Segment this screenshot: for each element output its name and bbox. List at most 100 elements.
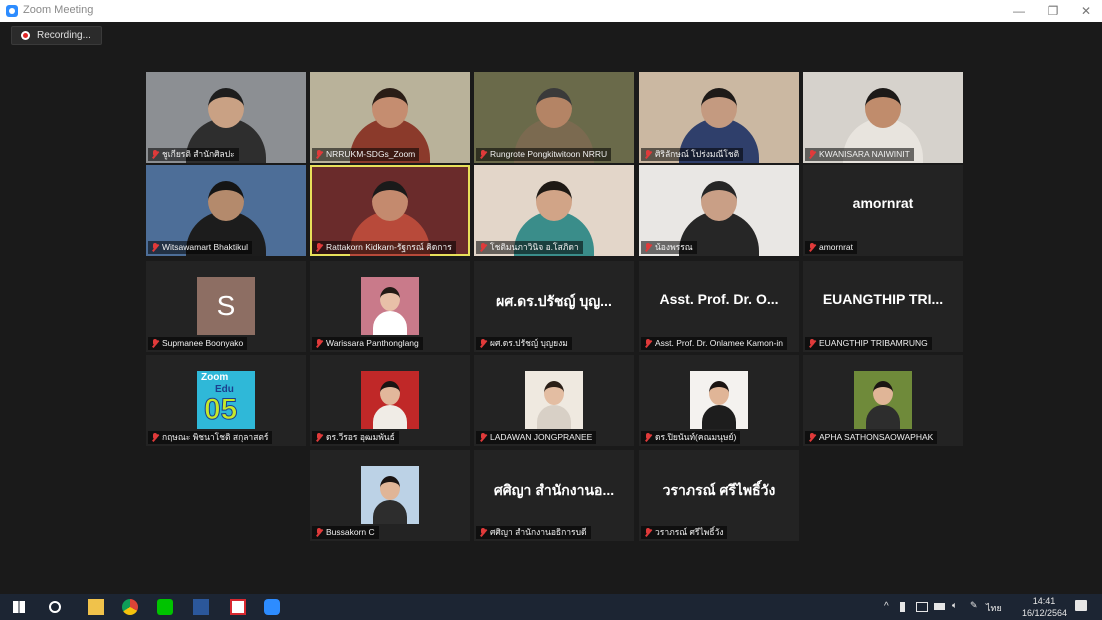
participant-name-label: ศศิญา สำนักงานอธิการบดี <box>476 526 591 539</box>
volume-icon[interactable]: 🔈︎ <box>952 600 957 611</box>
word-icon[interactable] <box>193 599 209 615</box>
profile-picture <box>690 371 748 429</box>
photo-face <box>709 381 729 405</box>
muted-mic-icon <box>151 243 159 252</box>
search-icon[interactable] <box>49 601 61 613</box>
network-icon[interactable] <box>916 602 928 612</box>
photo-person <box>866 405 900 429</box>
participant-tile[interactable]: EUANGTHIP TRI... EUANGTHIP TRIBAMRUNG <box>803 261 963 352</box>
muted-mic-icon <box>479 243 487 252</box>
profile-picture <box>361 277 419 335</box>
participant-tile[interactable]: Witsawamart Bhaktikul <box>146 165 306 256</box>
participant-tile[interactable]: KWANISARA NAIWINIT <box>803 72 963 163</box>
participant-face <box>536 88 572 128</box>
muted-mic-icon <box>644 433 652 442</box>
notification-icon[interactable] <box>1075 600 1087 611</box>
usb-icon[interactable] <box>900 602 905 612</box>
participant-name-label: Bussakorn C <box>312 526 379 539</box>
participant-name: ดร.วีรอร อุฒมพันธ์ <box>326 432 395 442</box>
participant-name: Warissara Panthonglang <box>326 338 419 348</box>
participant-tile[interactable]: NRRUKM-SDGs_Zoom <box>310 72 470 163</box>
muted-mic-icon <box>808 150 816 159</box>
participant-name-label: วราภรณ์ ศรีไพธิ์วัง <box>641 526 728 539</box>
participant-face <box>208 88 244 128</box>
recording-indicator[interactable]: Recording... <box>11 26 102 45</box>
photo-face <box>380 287 400 311</box>
show-hidden-icons-icon[interactable]: ^ <box>884 601 889 612</box>
photo-face <box>544 381 564 405</box>
profile-picture: Zoom Edu 05 <box>197 371 255 429</box>
muted-mic-icon <box>315 433 323 442</box>
participant-name: ดร.ปิยนันท์(คณมนุษย์) <box>655 432 737 442</box>
profile-picture <box>361 466 419 524</box>
participant-name-label: Rattakorn Kidkarn-รัฐกรณ์ คิดการ <box>312 241 456 254</box>
zoom-icon[interactable] <box>264 599 280 615</box>
participant-name: Witsawamart Bhaktikul <box>162 242 248 252</box>
participant-name: วราภรณ์ ศรีไพธิ์วัง <box>655 527 724 537</box>
clock-time: 14:41 <box>1032 596 1056 606</box>
participant-face <box>536 181 572 221</box>
muted-mic-icon <box>644 528 652 537</box>
participant-name-label: Witsawamart Bhaktikul <box>148 241 252 254</box>
participant-tile[interactable]: โชติมนภาวินิจ อ.โสภิดา <box>474 165 634 256</box>
participant-tile[interactable]: Rattakorn Kidkarn-รัฐกรณ์ คิดการ <box>310 165 470 256</box>
minimize-button[interactable]: — <box>1004 2 1034 20</box>
input-language[interactable]: ไทย <box>986 601 1002 615</box>
participant-tile[interactable]: ศศิญา สำนักงานอ... ศศิญา สำนักงานอธิการบด… <box>474 450 634 541</box>
participant-tile[interactable]: ผศ.ดร.ปรัชญ์ บุญ... ผศ.ดร.ปรัชญ์ บุญยงม <box>474 261 634 352</box>
participant-face <box>701 181 737 221</box>
participant-tile[interactable]: ชูเกียรติ สำนักศิลปะ <box>146 72 306 163</box>
battery-icon[interactable] <box>934 603 945 610</box>
participant-tile[interactable]: น้องพรรณ <box>639 165 799 256</box>
participant-name-label: ชูเกียรติ สำนักศิลปะ <box>148 148 239 161</box>
line-icon[interactable] <box>157 599 173 615</box>
participant-name-label: EUANGTHIP TRIBAMRUNG <box>805 337 932 350</box>
file-explorer-icon[interactable] <box>88 599 104 615</box>
clock-date: 16/12/2564 <box>1022 608 1068 618</box>
participant-tile[interactable]: วราภรณ์ ศรีไพธิ์วัง วราภรณ์ ศรีไพธิ์วัง <box>639 450 799 541</box>
muted-mic-icon <box>315 243 323 252</box>
participant-face <box>208 181 244 221</box>
participant-name-label: Asst. Prof. Dr. Onlamee Kamon-in <box>641 337 788 350</box>
close-button[interactable]: ✕ <box>1071 2 1101 20</box>
participant-tile[interactable]: ดร.วีรอร อุฒมพันธ์ <box>310 355 470 446</box>
participant-name: amornrat <box>819 242 854 252</box>
participant-face <box>372 88 408 128</box>
participant-name: ผศ.ดร.ปรัชญ์ บุญยงม <box>490 338 568 348</box>
participant-display-name: วราภรณ์ ศรีไพธิ์วัง <box>662 482 776 498</box>
photo-face <box>380 476 400 500</box>
acrobat-icon[interactable] <box>230 599 246 615</box>
participant-name-label: Supmanee Boonyako <box>148 337 248 350</box>
participant-tile[interactable]: ดร.ปิยนันท์(คณมนุษย์) <box>639 355 799 446</box>
participant-tile[interactable]: APHA SATHONSAOWAPHAK <box>803 355 963 446</box>
photo-person <box>537 405 571 429</box>
participant-tile[interactable]: LADAWAN JONGPRANEE <box>474 355 634 446</box>
clock[interactable]: 14:41 16/12/2564 <box>1022 595 1068 619</box>
participant-name: กฤษณะ พิชนาโชติ สกุลาสตร์ <box>162 432 269 442</box>
muted-mic-icon <box>151 150 159 159</box>
participant-tile[interactable]: S Supmanee Boonyako <box>146 261 306 352</box>
title-bar: Zoom Meeting — ❐ ✕ <box>0 0 1102 22</box>
participant-display-name: amornrat <box>852 195 914 211</box>
photo-face <box>380 381 400 405</box>
muted-mic-icon <box>151 339 159 348</box>
initial-avatar: S <box>197 277 255 335</box>
participant-tile[interactable]: Warissara Panthonglang <box>310 261 470 352</box>
participant-tile[interactable]: Asst. Prof. Dr. O... Asst. Prof. Dr. Onla… <box>639 261 799 352</box>
participant-name-label: LADAWAN JONGPRANEE <box>476 431 597 444</box>
zoom-window: Zoom Meeting — ❐ ✕ Recording... ชูเกียรต… <box>0 0 1102 620</box>
participant-tile[interactable]: amornrat amornrat <box>803 165 963 256</box>
windows-start-icon[interactable] <box>13 601 25 613</box>
participant-name: Rattakorn Kidkarn-รัฐกรณ์ คิดการ <box>326 242 452 252</box>
muted-mic-icon <box>644 339 652 348</box>
gallery-view: Recording... ชูเกียรติ สำนักศิลปะ NRRUKM-… <box>0 22 1102 594</box>
profile-picture <box>854 371 912 429</box>
participant-tile[interactable]: Rungrote Pongkitwitoon NRRU <box>474 72 634 163</box>
maximize-button[interactable]: ❐ <box>1038 2 1068 20</box>
chrome-icon[interactable] <box>122 599 138 615</box>
participant-tile[interactable]: ศิริลักษณ์ โปร่งมณีโชติ <box>639 72 799 163</box>
participant-tile[interactable]: Zoom Edu 05 กฤษณะ พิชนาโชติ สกุลาสตร์ <box>146 355 306 446</box>
participant-tile[interactable]: Bussakorn C <box>310 450 470 541</box>
participant-name: NRRUKM-SDGs_Zoom <box>326 149 416 159</box>
pen-icon[interactable]: ✎ <box>970 600 978 611</box>
